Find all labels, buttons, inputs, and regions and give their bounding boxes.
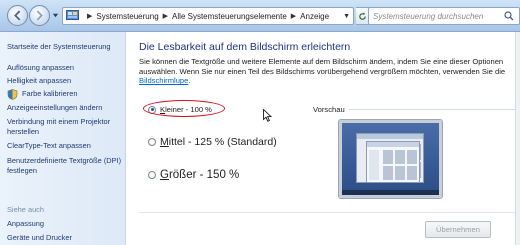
- arrow-right-icon: [36, 10, 43, 21]
- sidebar-item-dpi[interactable]: Benutzerdefinierte Textgröße (DPI) festl…: [7, 156, 123, 176]
- back-button[interactable]: [7, 5, 28, 26]
- refresh-icon: [359, 11, 366, 20]
- arrow-left-icon: [14, 10, 21, 21]
- chevron-down-icon[interactable]: ▼: [343, 13, 350, 20]
- preview-window-front: [366, 141, 420, 183]
- radio-mittel[interactable]: [148, 138, 156, 146]
- search-input[interactable]: Systemsteuerung durchsuchen: [368, 7, 520, 25]
- preview-monitor: [339, 120, 442, 198]
- shield-icon: [7, 89, 18, 100]
- search-icon[interactable]: [504, 11, 514, 21]
- breadcrumb-anzeige[interactable]: Anzeige: [300, 12, 329, 21]
- control-panel-icon: [66, 10, 79, 20]
- breadcrumb-separator[interactable]: ▶: [87, 12, 92, 20]
- search-placeholder: Systemsteuerung durchsuchen: [373, 11, 484, 21]
- option-groesser[interactable]: Größer - 150 %: [148, 169, 239, 181]
- preview-taskbar: [342, 190, 439, 195]
- breadcrumb-separator[interactable]: ▶: [291, 12, 296, 20]
- forward-button[interactable]: [29, 5, 50, 26]
- preview-label: Vorschau: [313, 105, 345, 114]
- sidebar-item-aufloesung[interactable]: Auflösung anpassen: [7, 63, 123, 73]
- mouse-cursor-icon: [263, 109, 272, 122]
- description-text: Sie können die Textgröße und weitere Ele…: [139, 57, 506, 76]
- highlight-annotation: [143, 100, 225, 117]
- breadcrumb-alle-elemente[interactable]: Alle Systemsteuerungselemente: [172, 12, 287, 21]
- address-toolbar: ▶ Systemsteuerung ▶ Alle Systemsteuerung…: [0, 0, 520, 32]
- see-also-heading: Siehe auch: [7, 205, 44, 214]
- sidebar-item-farbe-kalibrieren[interactable]: Farbe kalibrieren: [22, 89, 123, 99]
- page-title: Die Lesbarkeit auf dem Bildschirm erleic…: [139, 41, 351, 53]
- left-navigation-pane: Startseite der Systemsteuerung Auflösung…: [0, 32, 126, 245]
- description-end: .: [188, 76, 191, 86]
- breadcrumb-separator[interactable]: ▶: [163, 12, 168, 20]
- main-content: Die Lesbarkeit auf dem Bildschirm erleic…: [127, 32, 520, 245]
- sidebar-item-helligkeit[interactable]: Helligkeit anpassen: [7, 76, 123, 86]
- apply-button[interactable]: Übernehmen: [425, 221, 491, 238]
- sidebar-item-anzeigeeinstellungen[interactable]: Anzeigeeinstellungen ändern: [7, 103, 123, 113]
- option-groesser-label: Größer - 150 %: [160, 169, 240, 181]
- recent-pages-dropdown[interactable]: [52, 12, 59, 19]
- sidebar-item-anpassung[interactable]: Anpassung: [7, 219, 123, 229]
- bildschirmlupe-link[interactable]: Bildschirmlupe: [139, 76, 188, 85]
- scrollbar[interactable]: [515, 32, 520, 245]
- sidebar-item-startseite[interactable]: Startseite der Systemsteuerung: [7, 42, 123, 52]
- radio-groesser[interactable]: [148, 171, 156, 179]
- page-description: Sie können die Textgröße und weitere Ele…: [139, 57, 517, 86]
- sidebar-item-cleartype[interactable]: ClearType-Text anpassen: [7, 141, 123, 151]
- divider: [139, 212, 520, 213]
- breadcrumb-systemsteuerung[interactable]: Systemsteuerung: [96, 12, 158, 21]
- option-mittel-label: Mittel - 125 % (Standard): [160, 136, 277, 148]
- sidebar-item-projektor[interactable]: Verbindung mit einem Projektor herstelle…: [7, 117, 123, 137]
- sidebar-item-geraete-drucker[interactable]: Geräte und Drucker: [7, 233, 123, 243]
- preview-divider: [349, 109, 520, 110]
- address-bar[interactable]: ▶ Systemsteuerung ▶ Alle Systemsteuerung…: [62, 7, 354, 25]
- option-mittel[interactable]: Mittel - 125 % (Standard): [148, 136, 277, 148]
